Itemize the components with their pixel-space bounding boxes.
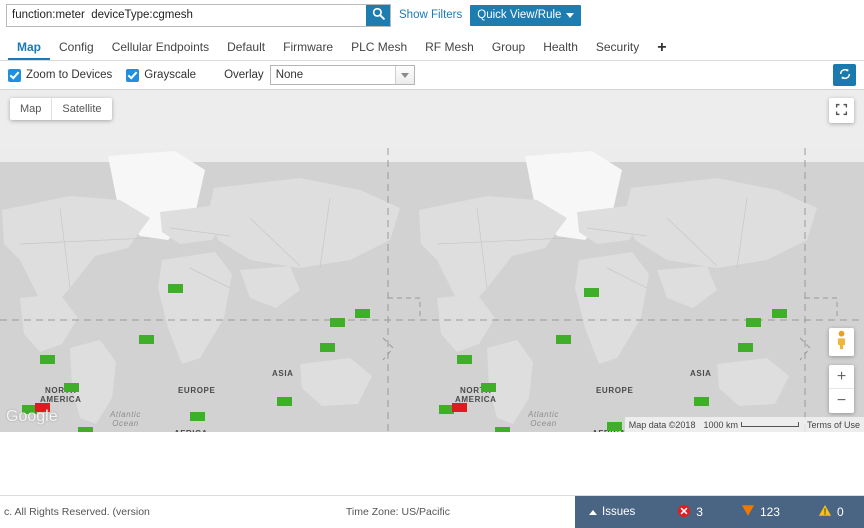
fullscreen-button[interactable] [829,98,854,123]
search-box [6,4,391,27]
error-circle-icon [677,504,691,521]
overlay-selected-value: None [276,69,304,81]
chevron-down-icon [395,66,414,84]
map-scale-label: 1000 km [703,420,738,430]
zoom-in-button[interactable]: + [829,365,854,389]
map-marker-cluster[interactable] [330,318,345,327]
map-marker-cluster[interactable] [78,427,93,432]
map-marker-alert[interactable] [452,403,467,412]
map-marker-cluster[interactable] [556,335,571,344]
tab-config[interactable]: Config [50,40,103,60]
critical-issues-stat[interactable]: 3 [677,504,703,521]
search-row: Show Filters Quick View/Rule [0,0,864,27]
map-top-strip [0,90,864,148]
scale-bar-graphic [741,422,799,427]
tab-rf-mesh[interactable]: RF Mesh [416,40,483,60]
world-map-graphic [0,148,864,432]
refresh-button[interactable] [833,64,856,86]
map-marker-cluster[interactable] [320,343,335,352]
street-view-pegman-button[interactable] [829,328,854,356]
tab-health[interactable]: Health [534,40,587,60]
minor-issues-stat[interactable]: 0 [818,504,844,520]
map-marker-cluster[interactable] [64,383,79,392]
map-marker-cluster[interactable] [746,318,761,327]
warning-triangle-icon [818,504,832,520]
map-marker-cluster[interactable] [277,397,292,406]
map-marker-cluster[interactable] [457,355,472,364]
checkbox-checked-icon [126,69,139,82]
major-issues-count: 123 [760,505,780,519]
map-marker-cluster[interactable] [481,383,496,392]
quick-view-rule-label: Quick View/Rule [477,9,561,21]
critical-issues-count: 3 [696,505,703,519]
fullscreen-icon [835,103,848,119]
map-marker-cluster[interactable] [772,309,787,318]
map-marker-cluster[interactable] [495,427,510,432]
overlay-select[interactable]: None [270,65,415,85]
search-button[interactable] [366,5,390,26]
street-view-pegman-icon [834,330,849,355]
map-marker-cluster[interactable] [355,309,370,318]
overlay-label: Overlay [224,69,264,81]
search-input[interactable] [7,5,366,26]
zoom-out-button[interactable]: − [829,389,854,413]
terms-of-use-link[interactable]: Terms of Use [807,420,860,430]
tab-firmware[interactable]: Firmware [274,40,342,60]
copyright-text: c. All Rights Reserved. (version [4,506,150,518]
map-type-toggle: Map Satellite [10,98,112,120]
grayscale-label: Grayscale [144,69,196,81]
google-watermark: Google [6,408,58,426]
add-tab-button[interactable]: + [648,39,675,60]
footer-bar: c. All Rights Reserved. (version Time Zo… [0,495,864,527]
map-area[interactable]: Map Satellite [0,90,864,432]
quick-view-rule-button[interactable]: Quick View/Rule [470,5,581,26]
map-marker-cluster[interactable] [139,335,154,344]
map-scale-bar: 1000 km [703,420,799,430]
map-data-copyright: Map data ©2018 [629,420,696,430]
major-issues-stat[interactable]: 123 [741,504,780,520]
map-marker-cluster[interactable] [694,397,709,406]
map-toolbar: Zoom to Devices Grayscale Overlay None [0,61,864,90]
map-marker-cluster[interactable] [168,284,183,293]
chevron-up-icon [589,510,597,515]
tab-default[interactable]: Default [218,40,274,60]
map-marker-cluster[interactable] [738,343,753,352]
zoom-to-devices-label: Zoom to Devices [26,69,112,81]
checkbox-checked-icon [8,69,21,82]
map-type-map-button[interactable]: Map [10,98,51,120]
tab-cellular-endpoints[interactable]: Cellular Endpoints [103,40,218,60]
zoom-to-devices-checkbox[interactable]: Zoom to Devices [8,69,112,82]
tab-bar: Map Config Cellular Endpoints Default Fi… [0,33,864,61]
refresh-icon [838,67,852,84]
map-marker-cluster[interactable] [40,355,55,364]
map-marker-cluster[interactable] [190,412,205,421]
search-icon [372,7,385,23]
chevron-down-icon [566,13,574,18]
map-canvas[interactable]: NORTH AMERICASOUTH AMERICAEUROPEAFRICAAS… [0,148,864,432]
tab-security[interactable]: Security [587,40,648,60]
tab-group[interactable]: Group [483,40,534,60]
timezone-text: Time Zone: US/Pacific [346,506,450,518]
map-marker-cluster[interactable] [584,288,599,297]
grayscale-checkbox[interactable]: Grayscale [126,69,196,82]
map-type-satellite-button[interactable]: Satellite [51,98,111,120]
issues-status-bar[interactable]: Issues 3 123 [573,496,864,528]
tab-map[interactable]: Map [8,40,50,60]
map-zoom-controls: + − [829,365,854,413]
show-filters-link[interactable]: Show Filters [399,9,462,21]
issues-toggle[interactable]: Issues [589,506,635,518]
map-marker-cluster[interactable] [607,422,622,431]
major-triangle-icon [741,504,755,520]
map-attribution: Map data ©2018 1000 km Terms of Use [625,417,864,432]
tab-plc-mesh[interactable]: PLC Mesh [342,40,416,60]
minor-issues-count: 0 [837,505,844,519]
issues-label-text: Issues [602,506,635,518]
